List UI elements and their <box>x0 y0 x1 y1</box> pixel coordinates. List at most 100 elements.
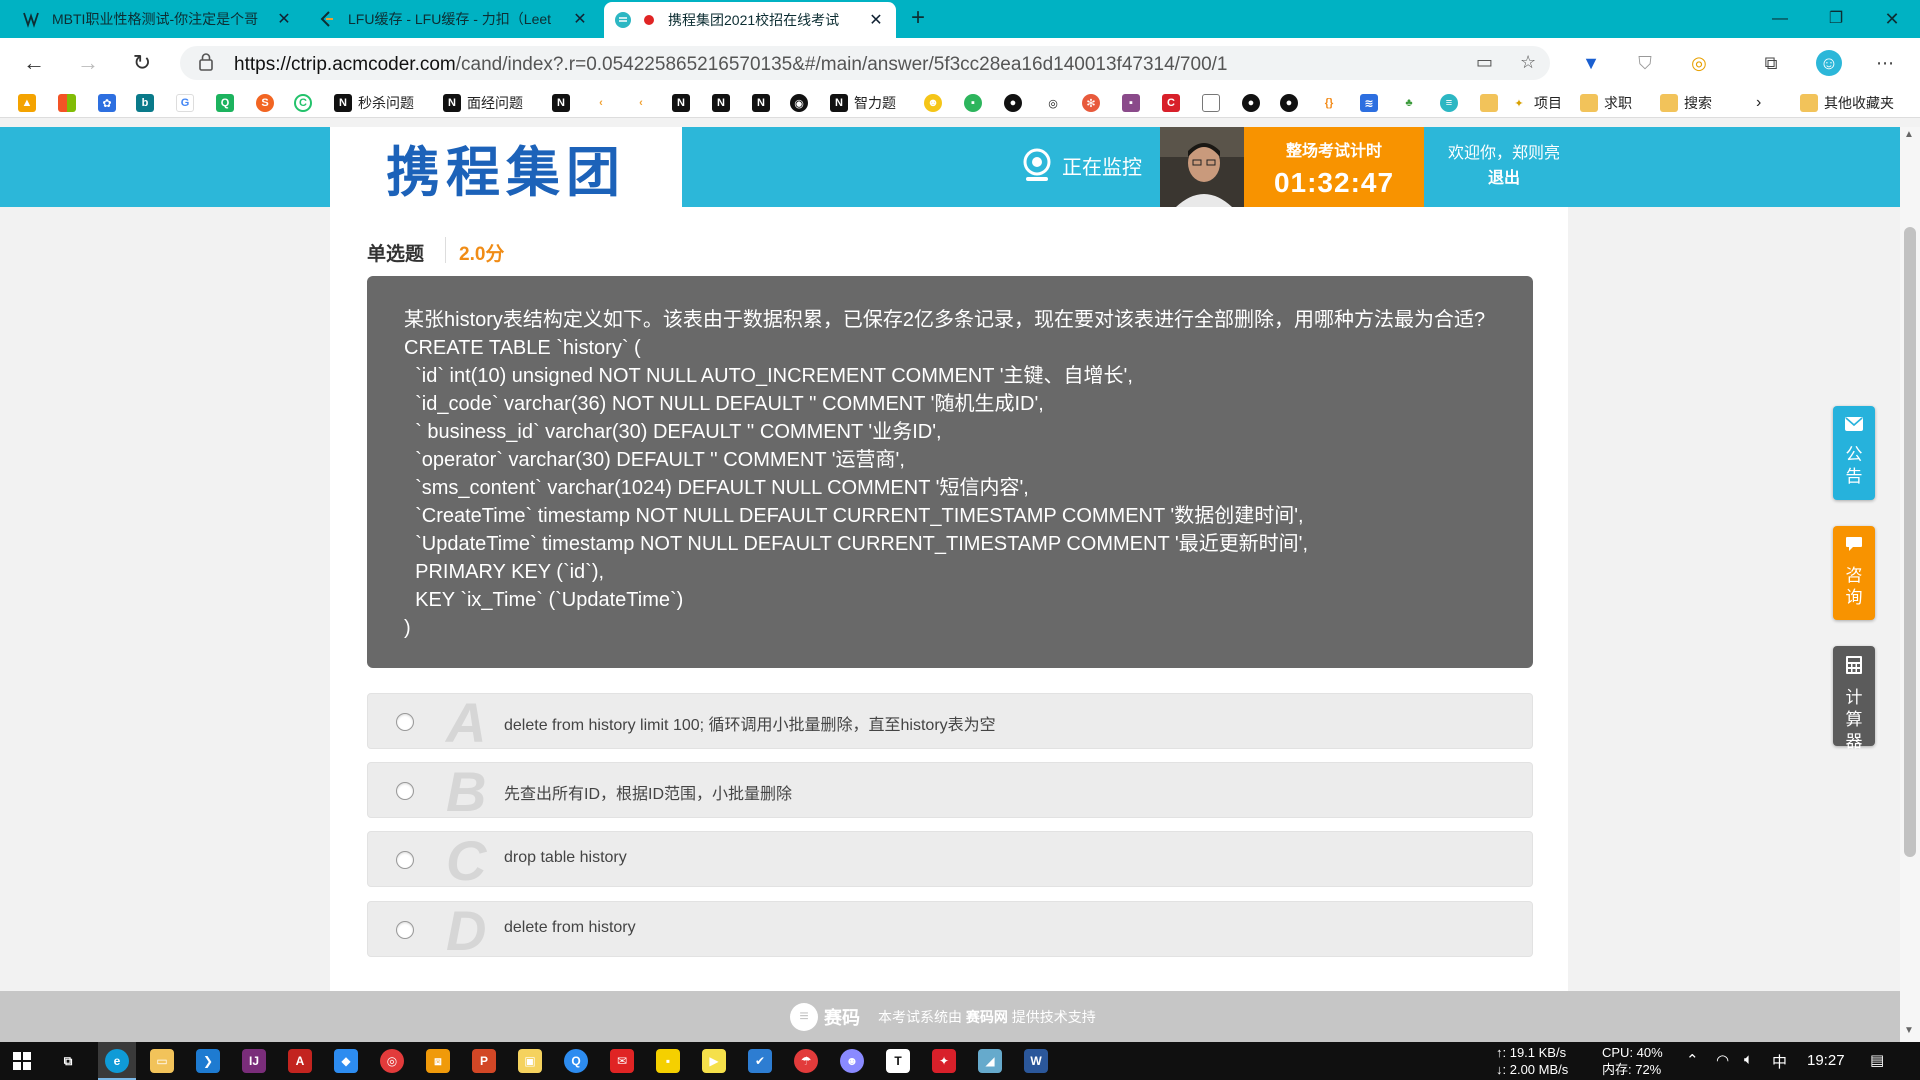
netease-music-icon[interactable]: ◎ <box>380 1049 404 1073</box>
file-explorer-icon[interactable]: ▭ <box>150 1049 174 1073</box>
calculator-button[interactable]: 计算器 <box>1833 646 1875 751</box>
acrobat-icon[interactable]: A <box>288 1049 312 1073</box>
bookmark-favicon[interactable]: G <box>176 92 200 114</box>
new-tab-button[interactable]: + <box>904 5 932 33</box>
notification-icon[interactable]: ▤ <box>1870 1051 1884 1069</box>
bookmark-favicon[interactable]: ‹ <box>592 92 616 114</box>
bookmark-favicon[interactable]: ▪ <box>1122 92 1146 114</box>
shield-icon[interactable]: ⛉ <box>1632 50 1658 76</box>
option-a[interactable]: A delete from history limit 100; 循环调用小批量… <box>367 693 1533 752</box>
bookmark-favicon[interactable]: ✿ <box>98 92 122 114</box>
close-window-button[interactable]: ✕ <box>1864 0 1920 38</box>
bookmark-favicon[interactable]: ◎ <box>1044 92 1068 114</box>
radio-button[interactable] <box>396 921 414 939</box>
bookmark-favicon[interactable]: N <box>672 92 696 114</box>
back-button[interactable]: ← <box>18 47 50 79</box>
notice-button[interactable]: 公告 <box>1833 406 1875 500</box>
radio-button[interactable] <box>396 713 414 731</box>
clock[interactable]: 19:27 <box>1807 1052 1845 1069</box>
app-icon[interactable]: ☻ <box>840 1049 864 1073</box>
close-icon[interactable]: ✕ <box>866 10 886 30</box>
ime-indicator[interactable]: 中 <box>1772 1051 1787 1072</box>
bookmark-favicon[interactable]: {} <box>1320 92 1344 114</box>
bookmark-favicon[interactable]: ‹ <box>632 92 656 114</box>
bookmark-favicon[interactable]: ▪ <box>964 92 988 114</box>
bookmark-favicon[interactable]: N <box>752 92 776 114</box>
bookmark-other[interactable]: 其他收藏夹 <box>1800 92 1894 114</box>
bookmark-miaosha[interactable]: N 秒杀问题 <box>334 92 414 114</box>
reload-button[interactable]: ↻ <box>126 47 158 79</box>
bookmark-qiuzhi[interactable]: 求职 <box>1580 92 1632 114</box>
bookmark-favicon[interactable]: ≋ <box>1360 92 1384 114</box>
consult-button[interactable]: 咨询 <box>1833 526 1875 620</box>
camera-icon[interactable]: ▭ <box>1476 52 1493 73</box>
chevron-up-icon[interactable]: ⌃ <box>1686 1051 1699 1069</box>
bookmark-favicon[interactable]: ♣ <box>1400 92 1424 114</box>
option-c[interactable]: C drop table history <box>367 831 1533 890</box>
powerpoint-icon[interactable]: P <box>472 1049 496 1073</box>
logout-link[interactable]: 退出 <box>1448 166 1560 191</box>
volume-icon[interactable]: 🔈︎ <box>1744 1051 1753 1068</box>
scroll-down-icon[interactable]: ▼ <box>1904 1025 1914 1036</box>
more-menu-icon[interactable]: ⋯ <box>1872 50 1898 76</box>
bookmark-favicon[interactable]: C <box>1162 92 1186 114</box>
browser-tab-mbti[interactable]: MBTI职业性格测试-你注定是个哥 ✕ <box>12 0 304 38</box>
qq-icon[interactable]: Q <box>564 1049 588 1073</box>
app-icon[interactable]: ▣ <box>518 1049 542 1073</box>
page-scrollbar[interactable]: ▲ ▼ <box>1900 127 1920 1042</box>
option-d[interactable]: D delete from history <box>367 901 1533 960</box>
profile-avatar-icon[interactable]: ☺ <box>1816 50 1842 76</box>
collections-icon[interactable]: ⧉ <box>1758 50 1784 76</box>
sticky-notes-icon[interactable]: ▪ <box>656 1049 680 1073</box>
app-icon[interactable]: ✦ <box>932 1049 956 1073</box>
bookmark-folder[interactable] <box>1480 92 1504 114</box>
browser-tab-leetcode[interactable]: LFU缓存 - LFU缓存 - 力扣（Leet ✕ <box>308 0 600 38</box>
bookmark-favicon[interactable]: b <box>136 92 160 114</box>
bookmark-favicon[interactable]: N <box>552 92 576 114</box>
bookmark-favicon[interactable]: ● <box>1004 92 1028 114</box>
url-text[interactable]: https://ctrip.acmcoder.com/cand/index?.r… <box>234 54 1227 76</box>
app-icon[interactable]: ✉ <box>610 1049 634 1073</box>
chevron-right-icon[interactable]: › <box>1756 92 1761 114</box>
bookmark-mianjing[interactable]: N 面经问题 <box>443 92 523 114</box>
bookmark-favicon[interactable]: ● <box>1280 92 1304 114</box>
bookmark-favicon[interactable]: N <box>712 92 736 114</box>
scrollbar-thumb[interactable] <box>1904 227 1916 857</box>
bookmark-favicon[interactable] <box>58 92 82 114</box>
todo-icon[interactable]: ✔ <box>748 1049 772 1073</box>
bookmark-favicon[interactable]: ✻ <box>1082 92 1106 114</box>
app-icon[interactable]: ⧈ <box>426 1049 450 1073</box>
bookmark-sousuo[interactable]: 搜索 <box>1660 92 1712 114</box>
bookmark-zhili[interactable]: N 智力题 <box>830 92 896 114</box>
star-icon[interactable]: ☆ <box>1520 52 1536 73</box>
bookmark-favicon[interactable]: C <box>294 92 318 114</box>
extension-icon[interactable]: ◎ <box>1686 50 1712 76</box>
app-icon[interactable]: ◢ <box>978 1049 1002 1073</box>
forward-button[interactable]: → <box>72 47 104 79</box>
vscode-icon[interactable]: ❯ <box>196 1049 220 1073</box>
bookmark-favicon[interactable]: ≡ <box>1440 92 1464 114</box>
typora-icon[interactable]: T <box>886 1049 910 1073</box>
intellij-icon[interactable]: IJ <box>242 1049 266 1073</box>
windows-start-icon[interactable] <box>10 1049 34 1073</box>
app-icon[interactable]: ◆ <box>334 1049 358 1073</box>
word-icon[interactable]: W <box>1024 1049 1048 1073</box>
extension-icon[interactable]: ▼ <box>1578 50 1604 76</box>
wifi-icon[interactable]: ◠ <box>1716 1051 1729 1069</box>
bookmark-favicon[interactable] <box>1202 92 1226 114</box>
option-b[interactable]: B 先查出所有ID，根据ID范围，小批量删除 <box>367 762 1533 821</box>
bookmark-favicon[interactable]: ☻ <box>924 92 948 114</box>
bookmark-favicon[interactable]: ▲ <box>18 92 42 114</box>
close-icon[interactable]: ✕ <box>570 9 590 29</box>
close-icon[interactable]: ✕ <box>274 9 294 29</box>
bookmark-xiangmu[interactable]: ✦ 项目 <box>1510 92 1562 114</box>
radio-button[interactable] <box>396 782 414 800</box>
browser-tab-exam[interactable]: 携程集团2021校招在线考试 ✕ <box>604 2 896 38</box>
bookmark-favicon[interactable]: ● <box>1242 92 1266 114</box>
edge-icon[interactable]: e <box>105 1049 129 1073</box>
task-view-icon[interactable]: ⧉ <box>56 1049 80 1073</box>
maximize-button[interactable]: ❐ <box>1808 0 1864 38</box>
address-bar[interactable]: https://ctrip.acmcoder.com/cand/index?.r… <box>180 46 1550 80</box>
app-icon[interactable]: ▶ <box>702 1049 726 1073</box>
minimize-button[interactable]: — <box>1752 0 1808 38</box>
